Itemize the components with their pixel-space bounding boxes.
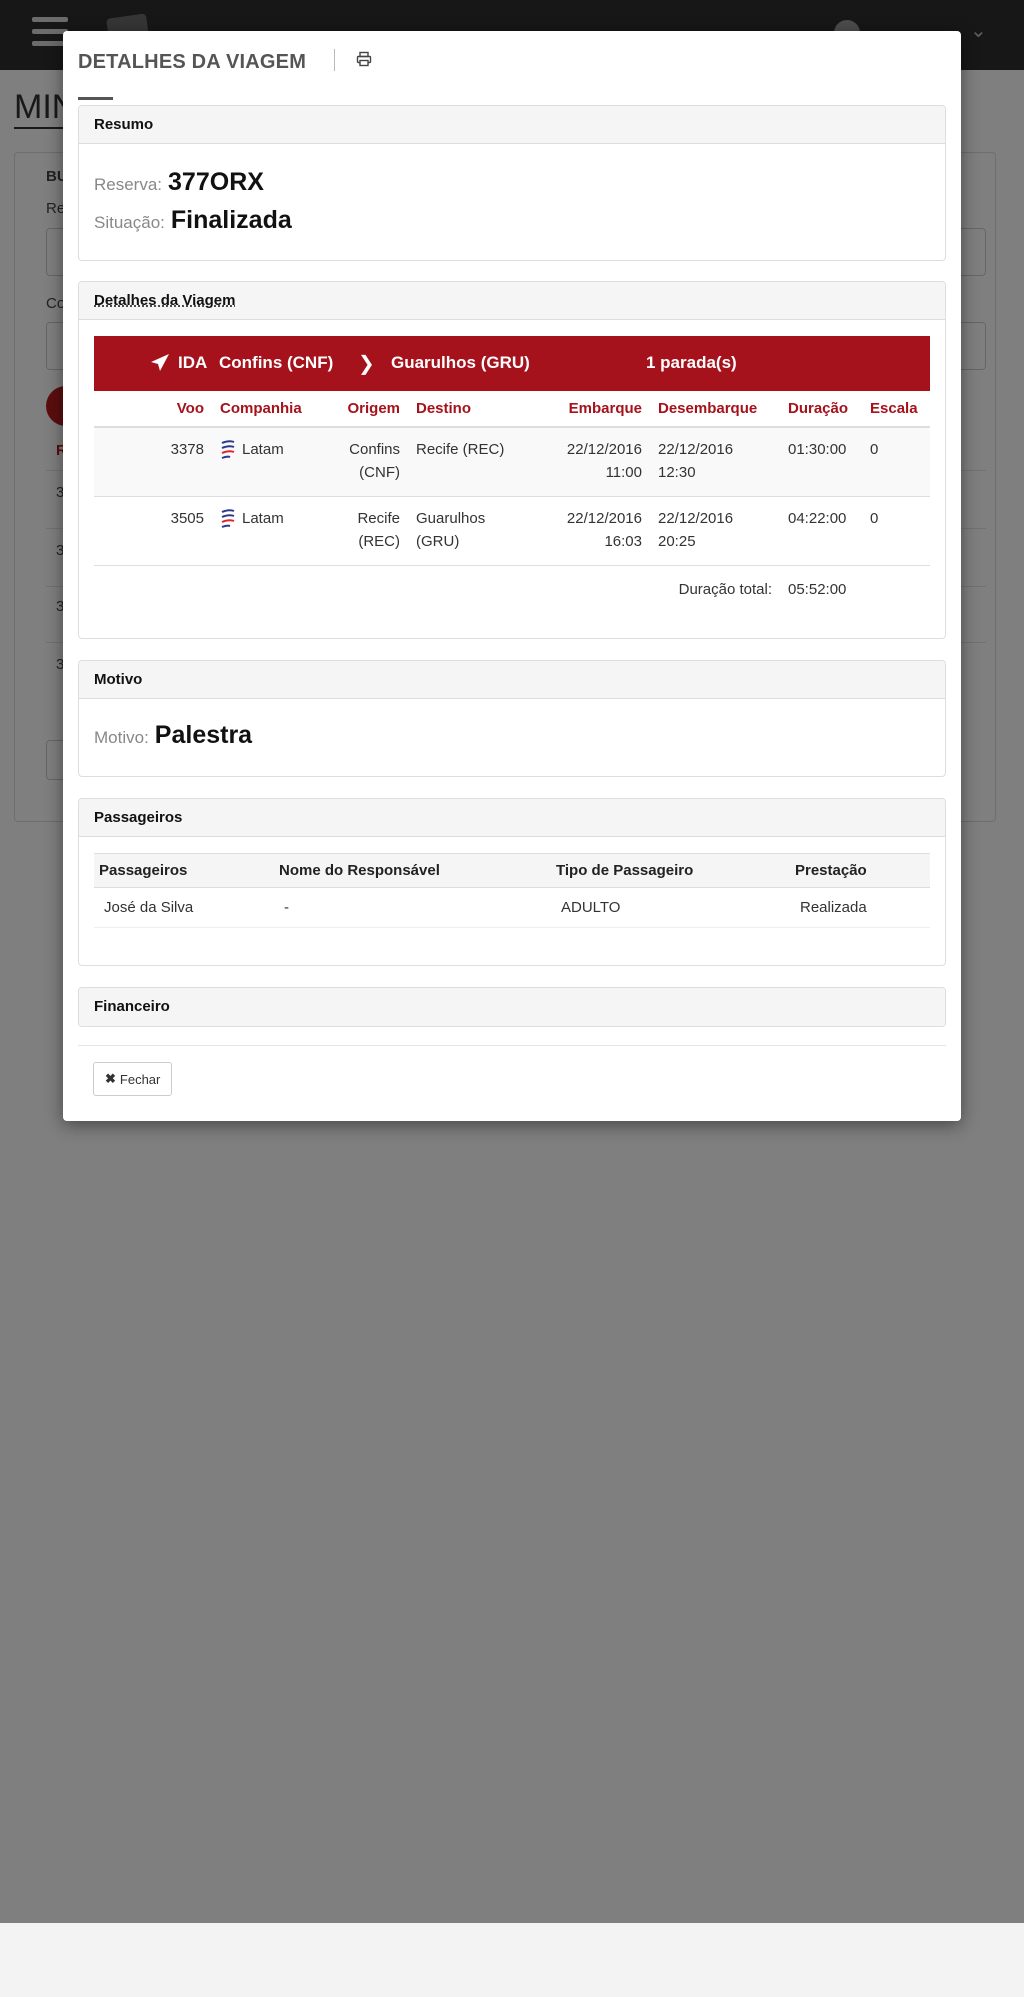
- leg-destino: Recife (REC): [408, 427, 544, 497]
- leg-duracao: 04:22:00: [780, 496, 862, 566]
- col-embarque: Embarque: [544, 391, 650, 428]
- leg-embarque-date: 22/12/2016: [566, 441, 642, 458]
- financeiro-panel[interactable]: Financeiro: [78, 987, 946, 1027]
- situacao-value: Finalizada: [170, 206, 292, 234]
- leg-desembarque-time: 20:25: [658, 533, 696, 550]
- leg-embarque-time: 11:00: [605, 464, 642, 481]
- leg-origem: Confins (CNF): [326, 427, 408, 497]
- passenger-responsavel: -: [274, 887, 551, 928]
- motivo-label: Motivo:: [94, 728, 149, 747]
- trip-details-heading: Detalhes da Viagem: [79, 282, 945, 320]
- modal-footer-divider: [78, 1045, 946, 1046]
- passenger-type: ADULTO: [551, 887, 790, 928]
- motivo-row: Motivo: Palestra: [94, 721, 252, 750]
- reserva-row: Reserva: 377ORX: [94, 168, 264, 197]
- leg-origem-code: (CNF): [359, 464, 400, 481]
- total-duration-row: Duração total: 05:52:00: [94, 566, 930, 614]
- col-destino: Destino: [408, 391, 544, 428]
- total-duration-label: Duração total:: [678, 581, 772, 598]
- passenger-name: José da Silva: [94, 887, 274, 928]
- col-responsavel: Nome do Responsável: [274, 853, 551, 888]
- col-prestacao: Prestação: [790, 853, 930, 888]
- col-tipo: Tipo de Passageiro: [551, 853, 790, 888]
- motivo-panel: Motivo Motivo: Palestra: [78, 660, 946, 777]
- title-underline: [78, 97, 113, 100]
- modal-header: DETALHES DA VIAGEM: [78, 47, 946, 100]
- flight-legs-table: Voo Companhia Origem Destino Embarque De…: [94, 391, 930, 613]
- resumo-panel: Resumo Reserva: 377ORX Situação: Finalizad…: [78, 105, 946, 261]
- latam-airline-icon: [221, 509, 235, 528]
- leg-desembarque-date: 22/12/2016: [658, 510, 734, 527]
- trip-details-panel: Detalhes da Viagem IDA Confins (CNF) ❯ G…: [78, 281, 946, 639]
- passageiros-panel: Passageiros Passageiros Nome do Responsá…: [78, 798, 946, 966]
- leg-embarque-date: 22/12/2016: [566, 510, 642, 527]
- modal-title: DETALHES DA VIAGEM: [78, 51, 307, 73]
- leg-origem-city: Recife: [357, 510, 400, 527]
- flight-origin: Confins (CNF): [219, 353, 334, 372]
- col-desembarque: Desembarque: [650, 391, 780, 428]
- flight-summary-bar: IDA Confins (CNF) ❯ Guarulhos (GRU) 1 pa…: [94, 336, 930, 391]
- reserva-label: Reserva:: [94, 175, 163, 194]
- close-icon: ✖: [105, 1071, 116, 1086]
- leg-escala: 0: [862, 427, 930, 497]
- leg-duracao: 01:30:00: [780, 427, 862, 497]
- passengers-table: Passageiros Nome do Responsável Tipo de …: [94, 853, 930, 928]
- passageiros-heading: Passageiros: [79, 799, 945, 837]
- leg-companhia: Latam: [212, 427, 326, 497]
- motivo-value: Palestra: [154, 721, 253, 749]
- leg-destino-city: Recife (REC): [416, 441, 505, 458]
- table-row: José da Silva - ADULTO Realizada: [94, 887, 930, 928]
- col-escala: Escala: [862, 391, 930, 428]
- passenger-prestacao: Realizada: [790, 887, 930, 928]
- leg-desembarque-date: 22/12/2016: [658, 441, 734, 458]
- close-button[interactable]: ✖ Fechar: [93, 1062, 173, 1096]
- leg-escala: 0: [862, 496, 930, 566]
- trip-details-heading-text: Detalhes da Viagem: [94, 292, 236, 309]
- col-voo: Voo: [94, 391, 212, 428]
- leg-desembarque-time: 12:30: [658, 464, 696, 481]
- situacao-label: Situação:: [94, 213, 165, 232]
- leg-companhia-name: Latam: [242, 510, 284, 527]
- col-passageiros: Passageiros: [94, 853, 274, 888]
- close-button-label: Fechar: [119, 1071, 161, 1087]
- leg-desembarque: 22/12/2016 20:25: [650, 496, 780, 566]
- col-duracao: Duração: [780, 391, 862, 428]
- table-row: 3505 Latam Recife (REC) Guarulhos (GRU) 22…: [94, 496, 930, 566]
- flight-direction: IDA: [178, 353, 208, 372]
- print-icon[interactable]: [356, 51, 376, 71]
- paper-plane-icon: [151, 354, 169, 371]
- header-divider: [334, 49, 335, 71]
- leg-destino: Guarulhos (GRU): [408, 496, 544, 566]
- leg-origem-city: Confins: [349, 441, 400, 458]
- leg-origem-code: (REC): [358, 533, 400, 550]
- flight-stops: 1 parada(s): [646, 353, 737, 372]
- leg-embarque: 22/12/2016 11:00: [544, 427, 650, 497]
- leg-companhia: Latam: [212, 496, 326, 566]
- resumo-heading: Resumo: [79, 106, 945, 144]
- trip-details-modal: DETALHES DA VIAGEM Resumo Reserva: 377ORX…: [63, 31, 961, 1121]
- reserva-value: 377ORX: [168, 168, 264, 196]
- page-bottom-strip: [0, 1923, 1024, 1997]
- col-origem: Origem: [326, 391, 408, 428]
- leg-voo: 3505: [94, 496, 212, 566]
- leg-desembarque: 22/12/2016 12:30: [650, 427, 780, 497]
- flight-destination: Guarulhos (GRU): [391, 353, 530, 372]
- financeiro-heading[interactable]: Financeiro: [79, 988, 945, 1026]
- latam-airline-icon: [221, 440, 235, 459]
- total-duration-value: 05:52:00: [788, 581, 847, 598]
- leg-companhia-name: Latam: [242, 441, 284, 458]
- leg-origem: Recife (REC): [326, 496, 408, 566]
- leg-destino-code: (GRU): [416, 533, 460, 550]
- leg-embarque-time: 16:03: [604, 533, 642, 550]
- leg-embarque: 22/12/2016 16:03: [544, 496, 650, 566]
- motivo-heading: Motivo: [79, 661, 945, 699]
- table-row: 3378 Latam Confins (CNF) Recife (REC) 22/…: [94, 427, 930, 497]
- situacao-row: Situação: Finalizada: [94, 206, 292, 235]
- col-companhia: Companhia: [212, 391, 326, 428]
- leg-voo: 3378: [94, 427, 212, 497]
- chevron-right-icon: ❯: [358, 353, 375, 375]
- leg-destino-city: Guarulhos: [416, 510, 486, 527]
